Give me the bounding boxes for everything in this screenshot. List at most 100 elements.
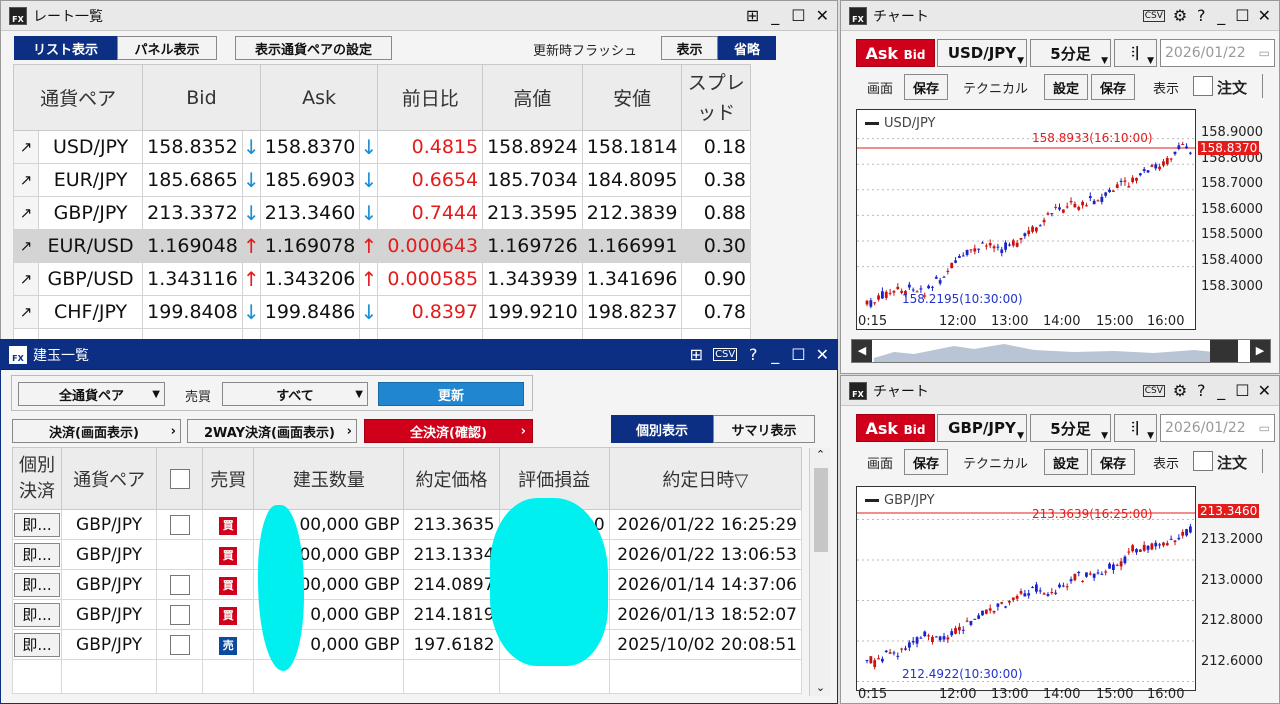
position-list-titlebar[interactable]: FX 建玉一覧 ⊞ CSV ? _ ☐ ✕ [1, 340, 837, 370]
chart-link-icon[interactable]: ↗ [12, 229, 40, 263]
row-checkbox[interactable] [169, 604, 190, 625]
position-row[interactable]: 即... GBP/JPY 買 00,000 GBP 214.0897 2026/01/14… [11, 569, 803, 600]
csv-icon[interactable]: CSV [1142, 9, 1165, 22]
minimize-button[interactable]: _ [769, 345, 781, 364]
scroll-up-arrow[interactable]: ⌃ [810, 448, 831, 461]
col-pair[interactable]: 通貨ペア [61, 447, 158, 510]
individual-view-button[interactable]: 個別表示 [611, 415, 713, 443]
navigator-handle[interactable] [1210, 340, 1238, 362]
rate-row[interactable]: ↗ CHF/JPY 199.8408 ↓ 199.8486 ↓ 0.8397 199.9210… [12, 295, 751, 329]
col-low[interactable]: 安値 [581, 64, 683, 131]
close-button[interactable]: ✕ [816, 345, 829, 364]
date-input[interactable]: 2026/01/22 ▭ [1160, 39, 1275, 67]
tab-list-view[interactable]: リスト表示 [14, 36, 117, 60]
minimize-button[interactable]: _ [1215, 6, 1227, 25]
instant-settle-button[interactable]: 即... [14, 632, 60, 657]
col-pair[interactable]: 通貨ペア [12, 64, 144, 131]
order-display-checkbox[interactable] [1193, 76, 1213, 96]
position-row[interactable]: 即... GBP/JPY 買 0,000 GBP 214.1819 2026/01/13 … [11, 599, 803, 630]
instant-settle-button[interactable]: 即... [14, 542, 60, 567]
csv-icon[interactable]: CSV [713, 348, 738, 361]
navigator-left-arrow[interactable]: ◀ [852, 340, 872, 362]
instant-settle-button[interactable]: 即... [14, 572, 60, 597]
chart-link-icon[interactable]: ↗ [12, 163, 40, 197]
chart-plot-area[interactable]: USD/JPY 158.8933(16:10:00) 158.2195(10:3… [856, 109, 1196, 330]
vertical-scrollbar[interactable]: ⌃ ⌄ [809, 448, 831, 696]
col-ask[interactable]: Ask [259, 64, 379, 131]
pair-settings-button[interactable]: 表示通貨ペアの設定 [235, 36, 392, 60]
gear-icon[interactable]: ⚙ [1173, 6, 1187, 25]
timeframe-select[interactable]: 5分足 ▼ [1030, 414, 1111, 442]
gear-icon[interactable]: ⚙ [1173, 381, 1187, 400]
chart-link-icon[interactable]: ↗ [12, 196, 40, 230]
order-display-checkbox[interactable] [1193, 451, 1213, 471]
chart-navigator[interactable]: ◀ ▶ [851, 339, 1271, 363]
chart-titlebar[interactable]: FX チャート CSV ⚙ ? _ ☐ ✕ [841, 376, 1279, 406]
position-row[interactable]: 即... GBP/JPY 買 00,000 GBP 213.1334 2026/01/22… [11, 539, 803, 570]
rate-row[interactable]: ↗ EUR/JPY 185.6865 ↓ 185.6903 ↓ 0.6654 185.7034… [12, 163, 751, 197]
row-checkbox[interactable] [169, 514, 190, 535]
technical-save-button[interactable]: 保存 [1091, 449, 1135, 475]
chart-pair-select[interactable]: GBP/JPY ▼ [937, 414, 1027, 442]
rate-row[interactable]: ↗ GBP/JPY 213.3372 ↓ 213.3460 ↓ 0.7444 213.3595… [12, 196, 751, 230]
flash-show-button[interactable]: 表示 [661, 36, 718, 60]
instant-settle-button[interactable]: 即... [14, 512, 60, 537]
ask-bid-toggle[interactable]: Ask Bid [856, 39, 935, 67]
col-price[interactable]: 約定価格 [403, 447, 500, 510]
scroll-thumb[interactable] [814, 468, 828, 552]
summary-view-button[interactable]: サマリ表示 [713, 415, 815, 443]
tab-panel-view[interactable]: パネル表示 [117, 36, 217, 60]
instant-settle-button[interactable]: 即... [14, 602, 60, 627]
row-checkbox[interactable] [169, 574, 190, 595]
csv-icon[interactable]: CSV [1142, 384, 1165, 397]
chart-link-icon[interactable]: ↗ [12, 262, 40, 296]
chart-plot-area[interactable]: GBP/JPY 213.3639(16:25:00) 212.4922(10:3… [856, 486, 1196, 691]
position-row[interactable]: 即... GBP/JPY 売 0,000 GBP 197.6182 2025/10/02 … [11, 629, 803, 660]
col-high[interactable]: 高値 [482, 64, 583, 131]
technical-save-button[interactable]: 保存 [1091, 74, 1135, 100]
rate-list-titlebar[interactable]: FX レート一覧 ⊞ _ ☐ ✕ [1, 1, 837, 31]
minimize-button[interactable]: _ [769, 6, 781, 25]
help-icon[interactable]: ? [1195, 381, 1207, 400]
close-button[interactable]: ✕ [1258, 6, 1271, 25]
settle-screen-button[interactable]: 決済(画面表示) › [12, 419, 181, 443]
col-select-all[interactable] [156, 447, 204, 510]
ask-bid-toggle[interactable]: Ask Bid [856, 414, 935, 442]
chart-link-icon[interactable]: ↗ [12, 130, 40, 164]
help-icon[interactable]: ? [747, 345, 759, 364]
scroll-down-arrow[interactable]: ⌄ [810, 681, 831, 694]
technical-setting-button[interactable]: 設定 [1044, 74, 1088, 100]
col-side[interactable]: 売買 [202, 447, 255, 510]
maximize-button[interactable]: ☐ [791, 6, 805, 25]
rate-row[interactable]: ↗ GBP/USD 1.343116 ↑ 1.343206 ↑ 0.000585 1.3439… [12, 262, 751, 296]
navigator-right-arrow[interactable]: ▶ [1250, 340, 1270, 362]
close-button[interactable]: ✕ [816, 6, 829, 25]
row-checkbox[interactable] [169, 634, 190, 655]
refresh-button[interactable]: 更新 [378, 382, 524, 406]
technical-setting-button[interactable]: 設定 [1044, 449, 1088, 475]
maximize-button[interactable]: ☐ [1235, 381, 1249, 400]
pair-filter-select[interactable]: 全通貨ペア ▼ [18, 382, 165, 406]
position-row[interactable]: 即... GBP/JPY 買 00,000 GBP 213.3635 0 2026/01/2… [11, 509, 803, 540]
settle-all-button[interactable]: 全決済(確認) › [364, 419, 533, 443]
twoway-settle-button[interactable]: 2WAY決済(画面表示) › [187, 419, 357, 443]
col-spread[interactable]: スプレッド [681, 64, 751, 131]
close-button[interactable]: ✕ [1258, 381, 1271, 400]
chart-pair-select[interactable]: USD/JPY ▼ [937, 39, 1027, 67]
side-filter-select[interactable]: すべて ▼ [222, 382, 368, 406]
minimize-button[interactable]: _ [1215, 381, 1227, 400]
select-all-checkbox[interactable] [169, 469, 190, 489]
maximize-button[interactable]: ☐ [1235, 6, 1249, 25]
help-icon[interactable]: ? [1195, 6, 1207, 25]
chart-type-select[interactable]: ⫶| ▼ [1114, 414, 1157, 442]
rate-row[interactable]: ↗ EUR/USD 1.169048 ↑ 1.169078 ↑ 0.000643 1.1697… [12, 229, 751, 263]
chart-titlebar[interactable]: FX チャート CSV ⚙ ? _ ☐ ✕ [841, 1, 1279, 31]
layout-icon[interactable]: ⊞ [690, 345, 703, 364]
flash-omit-button[interactable]: 省略 [718, 36, 776, 60]
screen-save-button[interactable]: 保存 [904, 449, 948, 475]
col-quantity[interactable]: 建玉数量 [253, 447, 405, 510]
date-input[interactable]: 2026/01/22 ▭ [1160, 414, 1275, 442]
col-change[interactable]: 前日比 [377, 64, 484, 131]
chart-type-select[interactable]: ⫶| ▼ [1114, 39, 1157, 67]
rate-row[interactable]: ↗ USD/JPY 158.8352 ↓ 158.8370 ↓ 0.4815 158.8924… [12, 130, 751, 164]
